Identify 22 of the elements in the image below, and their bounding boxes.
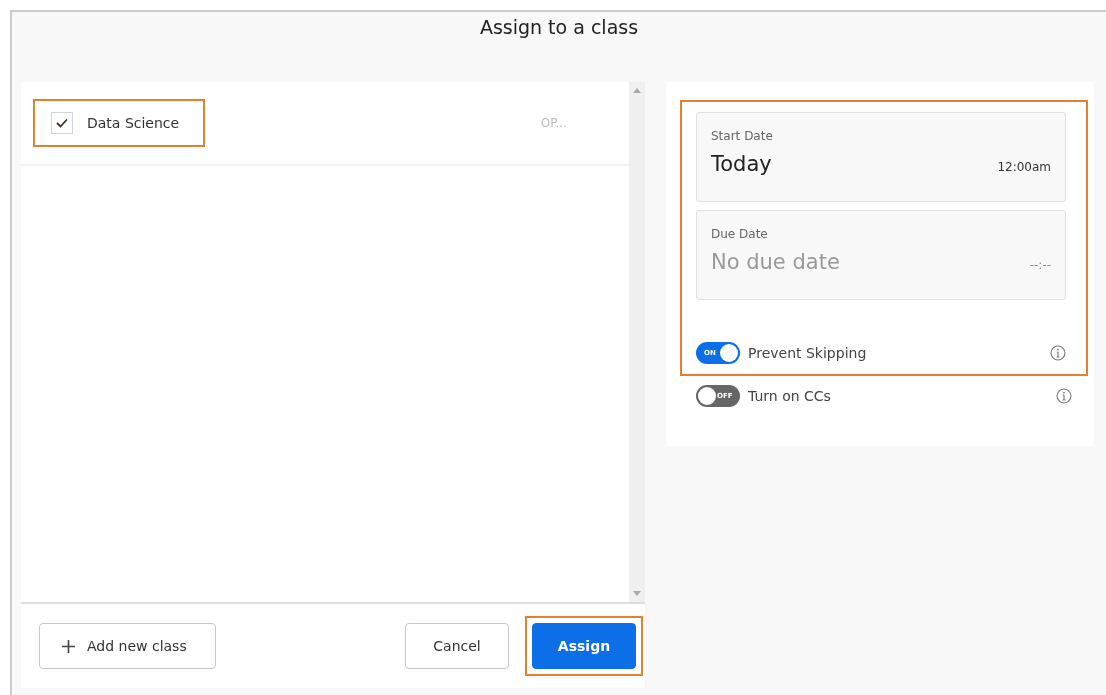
toggle-label: Prevent Skipping: [748, 345, 867, 361]
toggle-label: Turn on CCs: [748, 388, 831, 404]
assign-button[interactable]: Assign: [532, 623, 636, 669]
info-icon[interactable]: [1050, 345, 1066, 361]
time-value: 12:00am: [997, 160, 1051, 174]
info-icon[interactable]: [1056, 388, 1072, 404]
plus-icon: [62, 639, 75, 653]
time-value: --:--: [1029, 258, 1051, 272]
check-icon: [56, 118, 68, 128]
class-row[interactable]: Data Science OP...: [21, 82, 629, 166]
cancel-button[interactable]: Cancel: [405, 623, 509, 669]
date-field[interactable]: Due Date No due date --:--: [696, 210, 1066, 300]
date-label: Start Date: [711, 129, 773, 143]
add-class-button[interactable]: Add new class: [39, 623, 216, 669]
class-name: Data Science: [87, 115, 180, 131]
date-placeholder: No due date: [711, 250, 840, 274]
date-label: Due Date: [711, 227, 768, 241]
class-status: OP...: [540, 116, 567, 130]
checkbox[interactable]: [51, 112, 73, 134]
date-value: Today: [711, 152, 772, 176]
dialog-title: Assign to a class: [479, 16, 639, 38]
date-field[interactable]: Start Date Today 12:00am: [696, 112, 1066, 202]
